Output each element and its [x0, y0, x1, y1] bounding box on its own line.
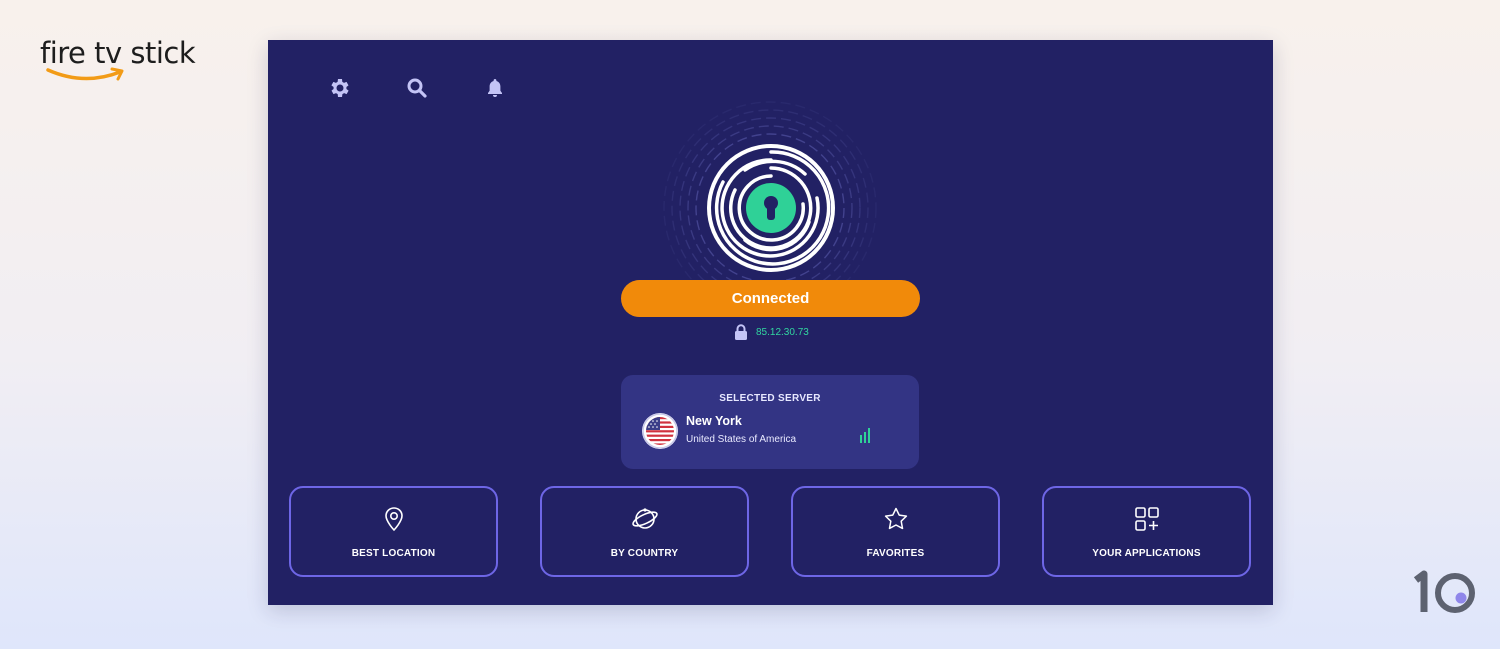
location-pin-icon	[384, 507, 403, 532]
us-flag-icon	[642, 413, 678, 449]
tile-label: BEST LOCATION	[351, 548, 436, 559]
gear-icon[interactable]	[328, 76, 352, 100]
star-icon	[884, 507, 907, 530]
ip-address-row: 85.12.30.73	[734, 322, 809, 342]
lock-icon	[735, 324, 747, 340]
device-logo-text: fire tv stick	[40, 36, 196, 70]
globe-icon	[631, 508, 658, 529]
tile-your-applications[interactable]: YOUR APPLICATIONS	[1042, 486, 1251, 577]
corner-mark: 10	[1410, 570, 1480, 618]
presentation-frame: fire tv stick Connected 85.12.30.73 SELE…	[0, 0, 1500, 649]
apps-add-icon	[1134, 507, 1159, 531]
signal-bars-icon	[860, 428, 870, 443]
tile-favorites[interactable]: FAVORITES	[791, 486, 1000, 577]
server-country: United States of America	[686, 434, 797, 445]
connection-status-button[interactable]: Connected	[621, 280, 920, 317]
tile-best-location[interactable]: BEST LOCATION	[289, 486, 498, 577]
selected-server-title: SELECTED SERVER	[719, 393, 821, 404]
tile-by-country[interactable]: BY COUNTRY	[540, 486, 749, 577]
bell-icon[interactable]	[483, 76, 507, 100]
tile-label: BY COUNTRY	[610, 548, 679, 559]
server-city: New York	[686, 414, 742, 428]
keyhole-shield-icon[interactable]	[705, 142, 837, 274]
vpn-app-screen: Connected 85.12.30.73 SELECTED SERVER Ne…	[268, 40, 1273, 605]
fire-tv-stick-logo: fire tv stick	[40, 36, 200, 90]
search-icon[interactable]	[405, 76, 429, 100]
amazon-smile-icon	[46, 67, 124, 81]
ip-address: 85.12.30.73	[756, 326, 809, 338]
tile-label: FAVORITES	[866, 548, 925, 559]
selected-server-card[interactable]: SELECTED SERVER New York United States o…	[621, 375, 919, 469]
corner-mark-logo	[1413, 570, 1475, 613]
tile-label: YOUR APPLICATIONS	[1092, 548, 1201, 559]
